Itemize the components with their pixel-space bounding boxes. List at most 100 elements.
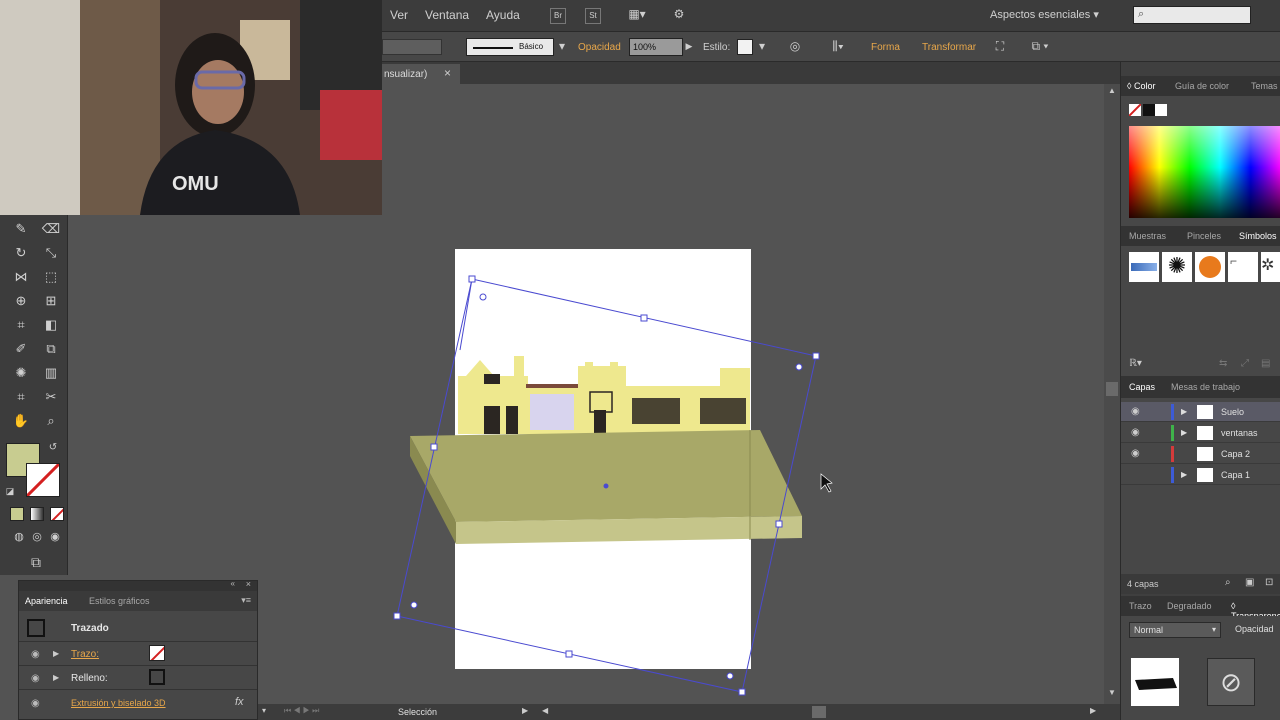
stroke-swatch[interactable] [25, 462, 61, 498]
symbol-options-icon[interactable]: ▤ [1261, 358, 1270, 369]
tab-estilos-graficos[interactable]: Estilos gráficos [89, 596, 150, 606]
tab-swatches[interactable]: Muestras [1129, 231, 1166, 241]
symbol-bar-preview [1131, 263, 1157, 271]
visibility-eye-icon[interactable]: ◉ [1131, 427, 1140, 438]
expand-arrow-icon[interactable]: ▶ [1181, 428, 1187, 437]
make-mask-button[interactable]: ⊘ [1207, 658, 1255, 706]
status-mode: Selección [398, 707, 438, 717]
tab-symbols[interactable]: Símbolos [1239, 231, 1277, 241]
fill-color-swatch[interactable] [149, 669, 165, 685]
symbol-sprayer-tool-icon[interactable]: ✺ [10, 363, 32, 383]
tab-color-guide[interactable]: Guía de color [1175, 81, 1229, 91]
panel-menu-icon[interactable]: ▾≡ [241, 595, 251, 606]
layer-name: Suelo [1221, 407, 1245, 417]
extrude-bevel-link[interactable]: Extrusión y biselado 3D [71, 698, 166, 708]
color-mode-icon[interactable] [10, 507, 24, 521]
layer-row[interactable]: ◉ ▶ Suelo [1121, 402, 1280, 422]
layer-row[interactable]: ◉ Capa 2 [1121, 444, 1280, 464]
tab-gradient[interactable]: Degradado [1167, 601, 1212, 611]
eye-icon[interactable]: ◉ [31, 649, 40, 660]
place-symbol-icon[interactable]: ⇆ [1219, 358, 1227, 369]
new-sublayer-icon[interactable]: ⊡ [1265, 577, 1273, 588]
layer-row[interactable]: ◉ ▶ ventanas [1121, 423, 1280, 443]
width-tool-icon[interactable]: ⋈ [10, 267, 32, 287]
black-color-icon[interactable] [1143, 104, 1155, 116]
hand-tool-icon[interactable]: ✋ [10, 411, 32, 431]
status-arrow-icon[interactable]: ▶ [522, 706, 528, 715]
panel-grip[interactable]: « × [19, 579, 257, 591]
vertical-scrollbar[interactable]: ▲ ▼ [1104, 84, 1120, 704]
chevron-down-icon[interactable]: ▾ [262, 706, 266, 715]
white-color-icon[interactable] [1155, 104, 1167, 116]
stroke-color-swatch[interactable] [149, 645, 165, 661]
horizontal-scroll-thumb[interactable] [812, 706, 826, 718]
color-spectrum[interactable] [1129, 126, 1280, 218]
none-mode-icon[interactable] [50, 507, 64, 521]
layer-thumbnail [1197, 468, 1213, 482]
layer-row[interactable]: ▶ Capa 1 [1121, 465, 1280, 485]
tab-brushes[interactable]: Pinceles [1187, 231, 1221, 241]
swap-fill-stroke-icon[interactable]: ↺ [46, 441, 60, 455]
scroll-right-icon[interactable]: ▶ [1090, 706, 1096, 715]
break-link-icon[interactable]: ⤢ [1241, 358, 1249, 369]
expand-arrow-icon[interactable]: ▶ [1181, 470, 1187, 479]
shape-builder-tool-icon[interactable]: ⊕ [10, 291, 32, 311]
expand-arrow-icon[interactable]: ▶ [53, 649, 59, 658]
symbols-tab-strip: Muestras Pinceles Símbolos [1121, 226, 1280, 246]
screen-mode-icon[interactable]: ⧉ [22, 552, 50, 572]
tab-color[interactable]: ◊ Color [1127, 81, 1155, 91]
transparency-panel: Normal ▾ Opacidad ⊘ [1121, 616, 1280, 720]
eye-icon[interactable]: ◉ [31, 673, 40, 684]
tab-themes[interactable]: Temas [1251, 81, 1278, 91]
scroll-up-icon[interactable]: ▲ [1108, 86, 1116, 95]
close-panel-icon[interactable]: × [246, 579, 251, 589]
draw-inside-icon[interactable]: ◉ [44, 527, 66, 547]
symbol-swatch[interactable] [1195, 252, 1225, 282]
blob-brush-tool-icon[interactable]: ✎ [10, 219, 32, 239]
status-bar: ▾ ⏮ ◀ ▶ ⏭ Selección ▶ ◀ ▶ [258, 704, 1120, 720]
blend-tool-icon[interactable]: ⧉ [40, 339, 62, 359]
visibility-eye-icon[interactable]: ◉ [1131, 448, 1140, 459]
artboard-tool-icon[interactable]: ⌗ [10, 387, 32, 407]
free-transform-tool-icon[interactable]: ⬚ [40, 267, 62, 287]
layer-name: ventanas [1221, 428, 1258, 438]
blend-mode-select[interactable]: Normal ▾ [1129, 622, 1221, 638]
tab-stroke[interactable]: Trazo [1129, 601, 1152, 611]
splash-symbol-icon[interactable]: ✺ [1162, 252, 1192, 282]
scale-tool-icon[interactable]: ⤡ [40, 243, 62, 263]
slice-tool-icon[interactable]: ✂ [40, 387, 62, 407]
eye-icon[interactable]: ◉ [31, 698, 40, 709]
tab-layers[interactable]: Capas [1129, 382, 1155, 392]
symbol-library-icon[interactable]: ℝ▾ [1129, 358, 1142, 369]
mesh-tool-icon[interactable]: ⌗ [10, 315, 32, 335]
symbol-swatch[interactable] [1129, 252, 1159, 282]
column-graph-tool-icon[interactable]: ▥ [40, 363, 62, 383]
scroll-left-icon[interactable]: ◀ [542, 706, 548, 715]
default-fill-stroke-icon[interactable]: ◪ [4, 485, 16, 497]
webcam-video-frame: OMU [0, 0, 382, 215]
symbol-swatch[interactable]: ✲ [1261, 252, 1280, 282]
eraser-tool-icon[interactable]: ⌫ [40, 219, 62, 239]
make-clipping-mask-icon[interactable]: ▣ [1245, 577, 1254, 588]
symbol-swatch[interactable]: ⌐ [1228, 252, 1258, 282]
tab-apariencia[interactable]: Apariencia [25, 596, 68, 606]
collapse-icon[interactable]: « [231, 579, 235, 588]
stroke-row-link[interactable]: Trazo: [71, 649, 99, 660]
expand-arrow-icon[interactable]: ▶ [53, 673, 59, 682]
tab-artboards[interactable]: Mesas de trabajo [1171, 382, 1240, 392]
artboard-nav-icon[interactable]: ⏮ ◀ ▶ ⏭ [284, 706, 319, 716]
scroll-thumb[interactable] [1106, 382, 1118, 396]
locate-object-icon[interactable]: ⌕ [1225, 577, 1231, 588]
zoom-tool-icon[interactable]: ⌕ [40, 411, 62, 431]
rotate-tool-icon[interactable]: ↻ [10, 243, 32, 263]
eyedropper-tool-icon[interactable]: ✐ [10, 339, 32, 359]
scroll-down-icon[interactable]: ▼ [1108, 688, 1116, 697]
fx-icon[interactable]: fx [235, 696, 244, 708]
visibility-eye-icon[interactable]: ◉ [1131, 406, 1140, 417]
orange-button-symbol [1199, 256, 1221, 278]
perspective-grid-tool-icon[interactable]: ⊞ [40, 291, 62, 311]
expand-arrow-icon[interactable]: ▶ [1181, 407, 1187, 416]
gradient-mode-icon[interactable] [30, 507, 44, 521]
gradient-tool-icon[interactable]: ◧ [40, 315, 62, 335]
none-color-icon[interactable] [1129, 104, 1141, 116]
